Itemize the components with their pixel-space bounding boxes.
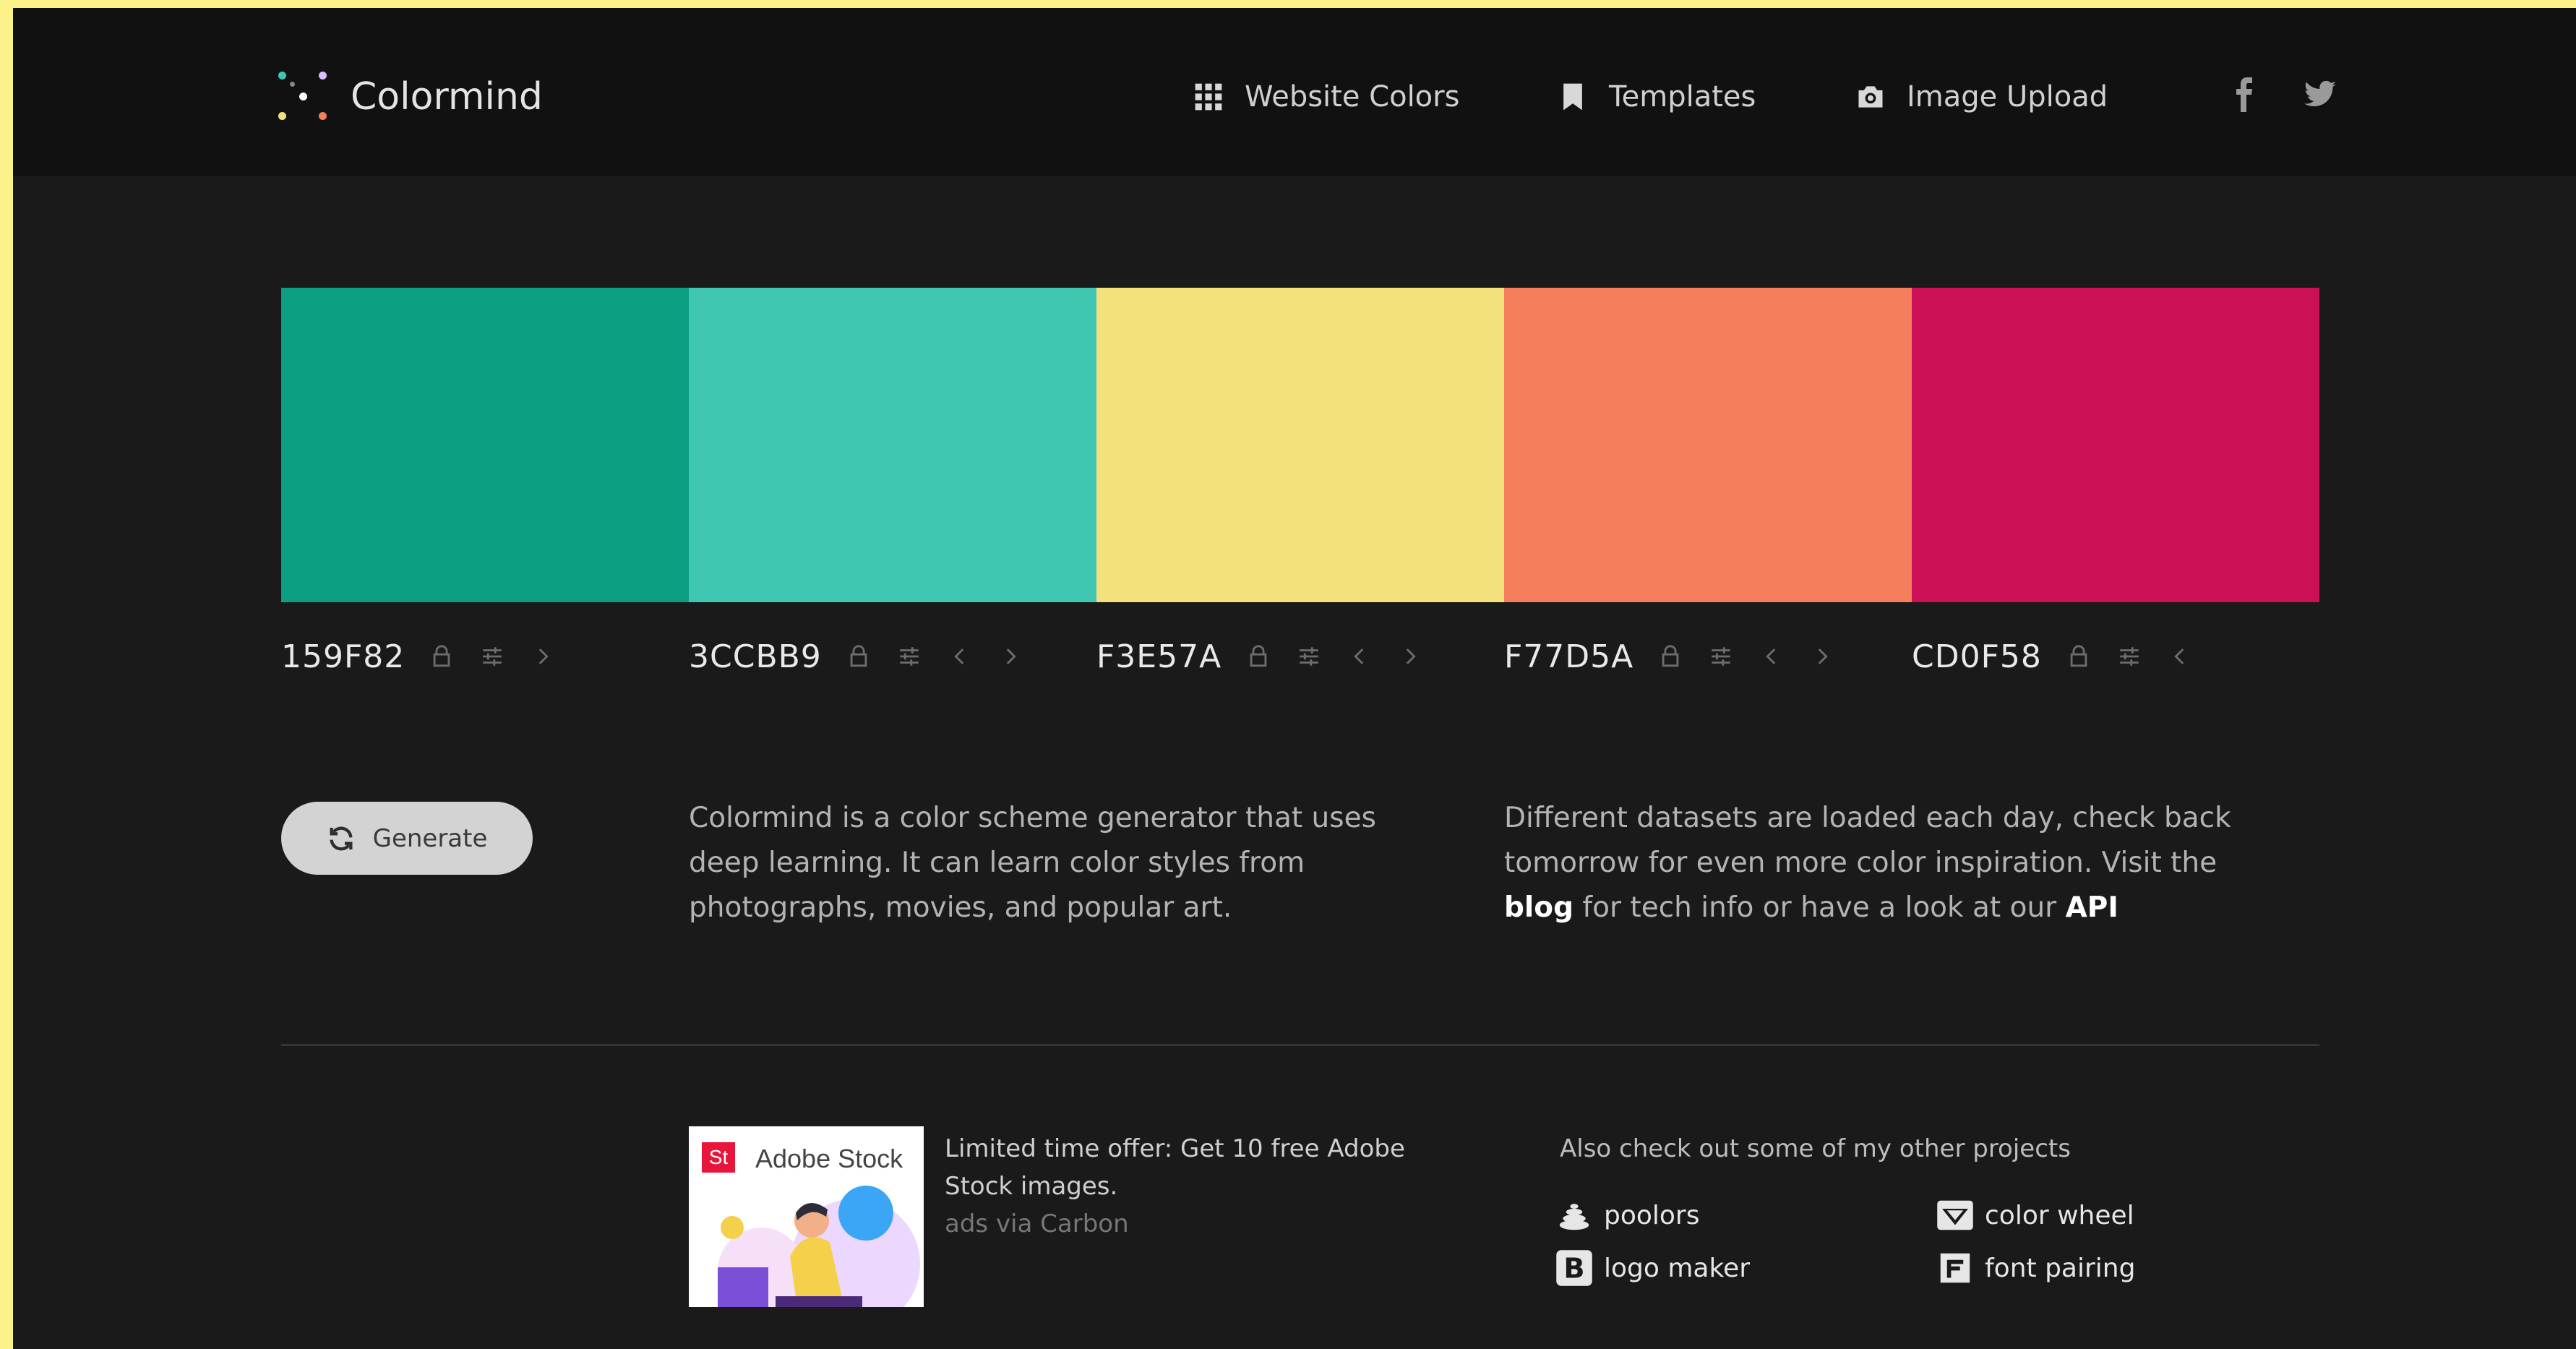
project-link-logo-maker[interactable]: B logo maker	[1555, 1246, 1750, 1290]
nav-label: Image Upload	[1907, 80, 2108, 114]
color-swatch[interactable]	[1912, 288, 2319, 602]
generate-label: Generate	[372, 823, 488, 853]
adjust-icon[interactable]	[2117, 644, 2142, 669]
chevron-left-icon[interactable]	[1759, 644, 1784, 669]
chevron-right-icon[interactable]	[1398, 644, 1422, 669]
swatch-controls: 159F82	[281, 631, 581, 682]
nav-label: Website Colors	[1245, 80, 1460, 114]
datasets-text-part: Different datasets are loaded each day, …	[1504, 802, 2231, 879]
wheel-icon	[1937, 1200, 1973, 1230]
api-link[interactable]: API	[2066, 891, 2118, 924]
chevron-left-icon[interactable]	[2168, 644, 2192, 669]
intro-text: Colormind is a color scheme generator th…	[689, 802, 1376, 924]
nav-website-colors[interactable]: Website Colors	[1193, 64, 1459, 129]
colormind-logo-icon	[277, 70, 330, 124]
ad-image[interactable]: St Adobe Stock	[689, 1126, 924, 1307]
lock-icon[interactable]	[2066, 644, 2091, 669]
facebook-icon[interactable]	[2228, 77, 2262, 112]
adobe-stock-badge: St	[708, 1146, 729, 1168]
bookmark-icon	[1563, 83, 1582, 111]
font-icon	[1940, 1253, 1970, 1283]
swatch-controls: CD0F58	[1912, 631, 2218, 682]
lock-icon[interactable]	[1246, 644, 1271, 669]
adjust-icon[interactable]	[897, 644, 922, 669]
lock-icon[interactable]	[1658, 644, 1683, 669]
chevron-right-icon[interactable]	[998, 644, 1023, 669]
lock-icon[interactable]	[429, 644, 454, 669]
nav-label: Templates	[1609, 80, 1756, 114]
adjust-icon[interactable]	[1297, 644, 1321, 669]
app-frame: Colormind Website Colors Templates Image…	[13, 8, 2576, 1349]
hex-code[interactable]: CD0F58	[1912, 638, 2042, 675]
ads-via-carbon-link[interactable]: ads via Carbon	[945, 1205, 1480, 1243]
project-label: color wheel	[1985, 1200, 2134, 1230]
project-link-poolors[interactable]: poolors	[1555, 1194, 1700, 1237]
swatch-controls: F77D5A	[1504, 631, 1860, 682]
hex-code[interactable]: F3E57A	[1096, 638, 1222, 675]
svg-text:B: B	[1563, 1253, 1584, 1285]
chevron-right-icon[interactable]	[1810, 644, 1834, 669]
adjust-icon[interactable]	[480, 644, 505, 669]
blog-link[interactable]: blog	[1504, 891, 1573, 924]
swatch-controls: F3E57A	[1096, 631, 1448, 682]
datasets-text-part: for tech info or have a look at our	[1573, 891, 2066, 924]
adjust-icon[interactable]	[1709, 644, 1733, 669]
chevron-left-icon[interactable]	[948, 644, 972, 669]
b-logo-icon: B	[1556, 1250, 1592, 1286]
lock-icon[interactable]	[846, 644, 871, 669]
brand-logo[interactable]: Colormind	[277, 64, 543, 129]
hex-code[interactable]: F77D5A	[1504, 638, 1633, 675]
refresh-icon	[330, 826, 353, 850]
chevron-left-icon[interactable]	[1347, 644, 1372, 669]
datasets-text: Different datasets are loaded each day, …	[1504, 796, 2241, 930]
brand-name: Colormind	[351, 75, 543, 119]
color-swatch[interactable]	[1096, 288, 1504, 602]
project-label: logo maker	[1604, 1253, 1750, 1283]
projects-title: Also check out some of my other projects	[1560, 1134, 2071, 1163]
chevron-right-icon[interactable]	[531, 644, 555, 669]
color-palette	[281, 288, 2319, 602]
nav-image-upload[interactable]: Image Upload	[1855, 64, 2108, 129]
ad-text: Limited time offer: Get 10 free Adobe St…	[945, 1130, 1480, 1243]
color-swatch[interactable]	[281, 288, 689, 602]
swatch-controls: 3CCBB9	[689, 631, 1049, 682]
stack-icon	[1559, 1204, 1589, 1230]
color-swatch[interactable]	[1504, 288, 1912, 602]
twitter-icon[interactable]	[2303, 77, 2337, 112]
project-label: poolors	[1604, 1200, 1700, 1230]
ad-offer-link[interactable]: Limited time offer: Get 10 free Adobe St…	[945, 1134, 1405, 1201]
generate-button[interactable]: Generate	[281, 802, 533, 875]
grid-icon	[1195, 83, 1222, 111]
top-navbar: Colormind Website Colors Templates Image…	[13, 8, 2576, 176]
hex-code[interactable]: 3CCBB9	[689, 638, 822, 675]
hex-code[interactable]: 159F82	[281, 638, 405, 675]
project-link-color-wheel[interactable]: color wheel	[1936, 1194, 2134, 1237]
color-swatch[interactable]	[689, 288, 1096, 602]
section-divider	[281, 1044, 2319, 1046]
camera-icon	[1858, 86, 1883, 108]
project-link-font-pairing[interactable]: font pairing	[1936, 1246, 2135, 1290]
palette-codes: 159F82 3CCBB9 F3E57A F77D5A CD0F58	[281, 631, 2319, 682]
adobe-stock-name: Adobe Stock	[755, 1144, 903, 1173]
nav-templates[interactable]: Templates	[1557, 64, 1756, 129]
project-label: font pairing	[1985, 1253, 2136, 1283]
